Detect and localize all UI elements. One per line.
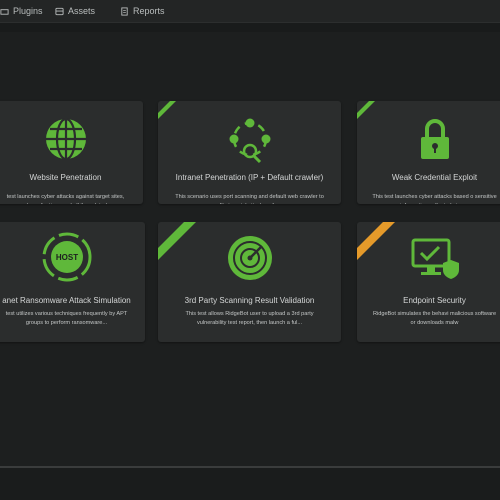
card-description: This scenario uses port scanning and def… bbox=[175, 194, 324, 204]
radar-icon bbox=[227, 236, 272, 280]
card-title: Endpoint Security bbox=[403, 296, 466, 305]
card-ransomware-simulation[interactable]: HOST anet Ransomware Attack Simulation t… bbox=[0, 222, 145, 342]
nav-reports-label: Reports bbox=[133, 6, 165, 16]
card-website-penetration[interactable]: Website Penetration test launches cyber … bbox=[0, 101, 143, 204]
toolbar-strip bbox=[0, 23, 500, 32]
nav-reports[interactable]: Reports bbox=[120, 5, 165, 17]
nav-plugins[interactable]: Plugins bbox=[0, 5, 43, 17]
nav-assets[interactable]: Assets bbox=[55, 5, 95, 17]
card-description: This test launches cyber attacks based o… bbox=[372, 194, 497, 204]
card-title: Website Penetration bbox=[29, 173, 102, 182]
nav-assets-label: Assets bbox=[68, 6, 96, 16]
host-icon: HOST bbox=[42, 232, 91, 282]
plugin-icon bbox=[0, 8, 9, 15]
card-description: This test allows RidgeBot user to upload… bbox=[185, 311, 314, 326]
card-weak-credential-exploit[interactable]: Weak Credential Exploit This test launch… bbox=[357, 101, 500, 204]
lock-icon bbox=[420, 119, 449, 159]
card-endpoint-security[interactable]: Endpoint Security RidgeBot simulates the… bbox=[357, 222, 500, 342]
card-3rd-party-validation[interactable]: 3rd Party Scanning Result Validation Thi… bbox=[158, 222, 341, 342]
card-title: anet Ransomware Attack Simulation bbox=[2, 296, 131, 305]
network-search-icon bbox=[229, 118, 270, 164]
reports-icon bbox=[121, 6, 128, 16]
new-ribbon bbox=[357, 101, 375, 119]
card-description: test utilizes various techniques frequen… bbox=[5, 311, 128, 326]
top-navigation-bar: Plugins Assets Reports bbox=[0, 0, 500, 23]
footer-bar bbox=[0, 468, 500, 500]
new-ribbon bbox=[158, 101, 176, 119]
monitor-shield-icon bbox=[411, 238, 459, 279]
card-title: Weak Credential Exploit bbox=[391, 173, 478, 182]
host-label: HOST bbox=[55, 253, 77, 262]
assets-icon bbox=[55, 7, 64, 15]
beta-ribbon bbox=[357, 222, 395, 260]
globe-icon bbox=[45, 117, 86, 161]
card-title: Intranet Penetration (IP + Default crawl… bbox=[175, 173, 324, 182]
nav-plugins-label: Plugins bbox=[13, 6, 43, 16]
card-intranet-penetration[interactable]: Intranet Penetration (IP + Default crawl… bbox=[158, 101, 341, 204]
card-title: 3rd Party Scanning Result Validation bbox=[184, 296, 315, 305]
card-description: RidgeBot simulates the behavi malicious … bbox=[372, 311, 497, 326]
card-description: test launches cyber attacks against targ… bbox=[6, 194, 125, 204]
new-ribbon bbox=[158, 222, 196, 260]
